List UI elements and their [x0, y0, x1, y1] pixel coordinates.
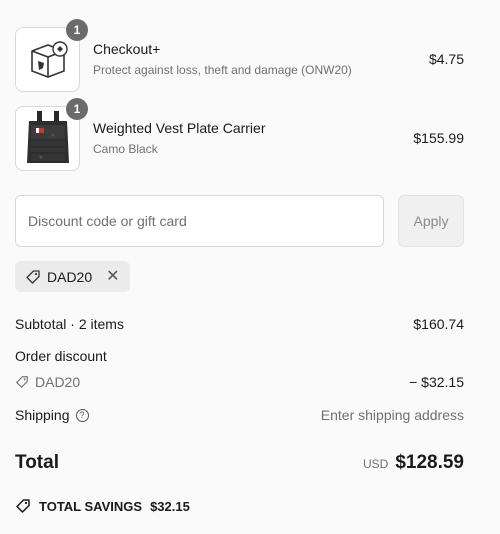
discount-value: − $32.15: [409, 374, 464, 390]
total-label: Total: [15, 452, 59, 473]
order-discount-label: Order discount: [15, 348, 107, 364]
item-price: $4.75: [428, 51, 464, 67]
quantity-badge: 1: [66, 97, 88, 120]
discount-code-input[interactable]: [15, 195, 384, 247]
product-thumbnail: 1: [15, 18, 88, 92]
total-amount: $128.59: [395, 452, 464, 473]
tag-icon: [26, 269, 40, 284]
tag-icon: [16, 376, 28, 388]
quantity-badge: 1: [66, 18, 88, 41]
line-item-checkout-plus: 1 Checkout+ Protect against loss, theft …: [15, 18, 464, 92]
subtotal-row: Subtotal · 2 items $160.74: [15, 316, 464, 332]
apply-button[interactable]: Apply: [398, 195, 464, 247]
product-thumbnail: 1: [15, 97, 88, 171]
item-info: Checkout+ Protect against loss, theft an…: [93, 41, 429, 77]
discount-code-wrap: DAD20: [15, 374, 80, 390]
discount-code-text: DAD20: [35, 374, 81, 390]
shipping-label-wrap: Shipping ?: [15, 407, 89, 423]
tag-icon: [16, 499, 30, 513]
discount-form: Apply: [15, 195, 464, 247]
currency-code: USD: [362, 457, 389, 471]
applied-discount-chip: DAD20 ✕: [15, 261, 130, 292]
item-info: Weighted Vest Plate Carrier Camo Black: [93, 120, 413, 156]
subtotal-value: $160.74: [413, 316, 464, 332]
subtotal-label: Subtotal · 2 items: [15, 316, 124, 332]
item-price: $155.99: [413, 130, 464, 146]
line-item-vest: 1 Weighted Vest Plate Carrier Camo Black…: [15, 97, 464, 171]
total-amount-wrap: USD $128.59: [363, 452, 464, 474]
applied-code-label: DAD20: [47, 268, 93, 285]
savings-label: TOTAL SAVINGS: [39, 498, 143, 514]
savings-value: $32.15: [150, 498, 190, 514]
discount-code-row: DAD20 − $32.15: [15, 374, 464, 390]
remove-code-close-icon[interactable]: ✕: [106, 268, 119, 285]
item-name: Checkout+: [93, 41, 161, 57]
item-subtitle: Camo Black: [93, 142, 158, 156]
shipping-label: Shipping: [15, 407, 70, 423]
help-icon[interactable]: ?: [75, 408, 89, 422]
item-subtitle: Protect against loss, theft and damage (…: [93, 63, 352, 77]
shipping-value: Enter shipping address: [320, 407, 464, 423]
shipping-row: Shipping ? Enter shipping address: [15, 407, 464, 423]
order-discount-row: Order discount: [15, 348, 464, 364]
total-savings: TOTAL SAVINGS $32.15: [15, 498, 190, 514]
item-name: Weighted Vest Plate Carrier: [93, 120, 266, 136]
total-row: Total USD $128.59: [15, 452, 464, 474]
